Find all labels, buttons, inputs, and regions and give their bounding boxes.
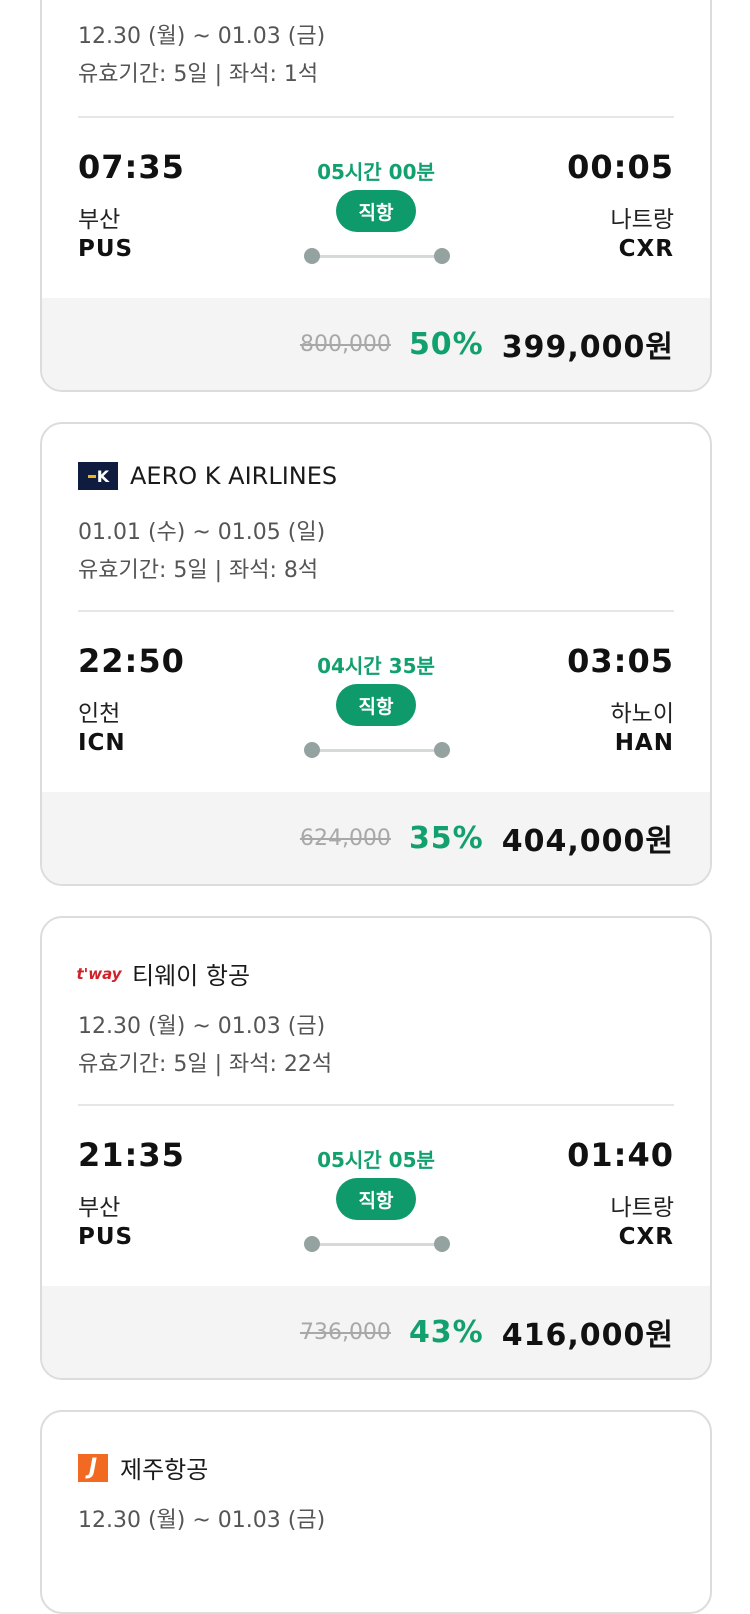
departure-code: PUS <box>78 236 134 262</box>
validity-seats: 유효기간: 5일 | 좌석: 8석 <box>78 558 319 583</box>
departure-code: ICN <box>78 730 126 756</box>
flight-card[interactable]: J 제주항공 12.30 (월) ~ 01.03 (금) <box>40 1410 712 1614</box>
travel-dates: 01.01 (수) ~ 01.05 (일) <box>78 520 326 545</box>
original-price: 624,000 <box>299 825 391 851</box>
price-area: 624,000 35% 404,000원 <box>42 792 710 884</box>
airline-name: 티웨이 항공 <box>132 962 251 990</box>
airline-name: AERO K AIRLINES <box>130 462 338 490</box>
arrival-code: HAN <box>614 730 674 756</box>
aerok-logo-icon: K <box>78 462 118 490</box>
arrival-time: 00:05 <box>567 148 674 186</box>
route-line <box>304 1236 450 1252</box>
divider <box>78 610 674 612</box>
discount-rate: 35% <box>408 820 484 856</box>
travel-dates: 12.30 (월) ~ 01.03 (금) <box>78 1014 326 1039</box>
original-price: 736,000 <box>299 1319 391 1345</box>
direct-badge: 직항 <box>336 1178 416 1220</box>
flight-card[interactable]: 12.30 (월) ~ 01.03 (금) 유효기간: 5일 | 좌석: 1석 … <box>40 0 712 392</box>
sale-price: 404,000원 <box>501 824 674 859</box>
arrival-code: CXR <box>618 1224 674 1250</box>
validity-seats: 유효기간: 5일 | 좌석: 22석 <box>78 1052 333 1077</box>
flight-card[interactable]: K AERO K AIRLINES 01.01 (수) ~ 01.05 (일) … <box>40 422 712 886</box>
flight-card[interactable]: t'way 티웨이 항공 12.30 (월) ~ 01.03 (금) 유효기간:… <box>40 916 712 1380</box>
departure-code: PUS <box>78 1224 134 1250</box>
divider <box>78 116 674 118</box>
departure-city: 부산 <box>78 207 121 233</box>
discount-rate: 43% <box>408 1314 484 1350</box>
original-price: 800,000 <box>299 331 391 357</box>
sale-price: 399,000원 <box>501 330 674 365</box>
price-area: 800,000 50% 399,000원 <box>42 298 710 390</box>
departure-city: 인천 <box>78 701 121 727</box>
direct-badge: 직항 <box>336 190 416 232</box>
arrival-city: 하노이 <box>610 701 674 727</box>
divider <box>78 1104 674 1106</box>
discount-rate: 50% <box>408 326 484 362</box>
direct-badge: 직항 <box>336 684 416 726</box>
airline-name: 제주항공 <box>120 1456 209 1484</box>
jejuair-logo-icon: J <box>78 1453 108 1482</box>
departure-city: 부산 <box>78 1195 121 1221</box>
airline-header: t'way 티웨이 항공 <box>76 956 251 991</box>
route-line <box>304 248 450 264</box>
route-line <box>304 742 450 758</box>
tway-logo-icon: t'way <box>76 964 122 983</box>
sale-price: 416,000원 <box>501 1318 674 1353</box>
airline-header: K AERO K AIRLINES <box>78 462 337 490</box>
arrival-time: 01:40 <box>567 1136 674 1174</box>
price-area: 736,000 43% 416,000원 <box>42 1286 710 1378</box>
travel-dates: 12.30 (월) ~ 01.03 (금) <box>78 1508 326 1533</box>
arrival-city: 나트랑 <box>610 207 674 233</box>
validity-seats: 유효기간: 5일 | 좌석: 1석 <box>78 62 319 87</box>
arrival-time: 03:05 <box>567 642 674 680</box>
travel-dates: 12.30 (월) ~ 01.03 (금) <box>78 24 326 49</box>
arrival-city: 나트랑 <box>610 1195 674 1221</box>
airline-header: J 제주항공 <box>78 1450 208 1485</box>
arrival-code: CXR <box>618 236 674 262</box>
